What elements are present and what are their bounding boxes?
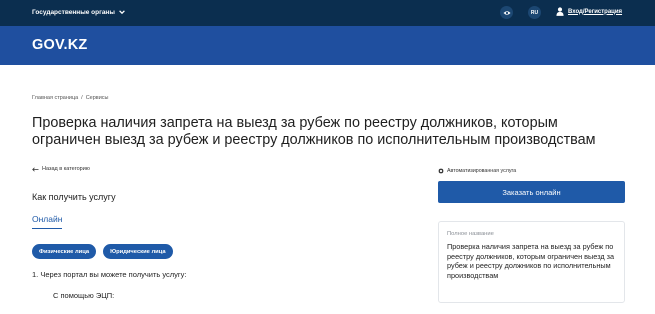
site-logo[interactable]: GOV.KZ (32, 37, 87, 53)
eye-icon (503, 10, 510, 15)
accessibility-button[interactable] (500, 6, 513, 19)
step-1-text: 1. Через портал вы можете получить услуг… (32, 270, 187, 279)
pill-individuals[interactable]: Физические лица (32, 244, 97, 259)
back-to-category-link[interactable]: Назад в категорию (32, 166, 90, 172)
gear-icon (438, 168, 444, 174)
breadcrumb: Главная страница / Сервисы (32, 95, 109, 101)
tab-online[interactable]: Онлайн (32, 214, 63, 229)
agencies-label: Государственные органы (32, 8, 115, 16)
chevron-down-icon (119, 10, 125, 15)
order-online-button[interactable]: Заказать онлайн (438, 181, 625, 203)
language-switcher[interactable]: RU (528, 6, 541, 19)
breadcrumb-home[interactable]: Главная страница (32, 95, 78, 101)
step-1-ecp-text: С помощью ЭЦП: (53, 291, 115, 300)
breadcrumb-services[interactable]: Сервисы (86, 95, 109, 101)
full-name-card: Полное название Проверка наличия запрета… (438, 221, 625, 303)
automated-service-text: Автоматизированная услуга (447, 168, 517, 174)
top-bar: Государственные органы RU Вход/Регистрац… (0, 0, 655, 26)
how-to-get-service-heading: Как получить услугу (32, 192, 116, 202)
applicant-type-pills: Физические лица Юридические лица (32, 244, 173, 259)
brand-bar: GOV.KZ (0, 26, 655, 65)
breadcrumb-separator: / (81, 95, 83, 101)
pill-legal-entities[interactable]: Юридические лица (103, 244, 173, 259)
login-link[interactable]: Вход/Регистрация (556, 7, 622, 16)
arrow-left-icon (32, 166, 39, 172)
page-title: Проверка наличия запрета на выезд за руб… (32, 115, 596, 148)
back-link-label: Назад в категорию (42, 166, 90, 172)
full-name-text: Проверка наличия запрета на выезд за руб… (447, 242, 615, 280)
login-label: Вход/Регистрация (568, 8, 623, 15)
government-agencies-menu[interactable]: Государственные органы (32, 8, 126, 16)
full-name-label: Полное название (447, 231, 494, 237)
user-icon (556, 7, 564, 16)
automated-service-label: Автоматизированная услуга (438, 168, 516, 174)
